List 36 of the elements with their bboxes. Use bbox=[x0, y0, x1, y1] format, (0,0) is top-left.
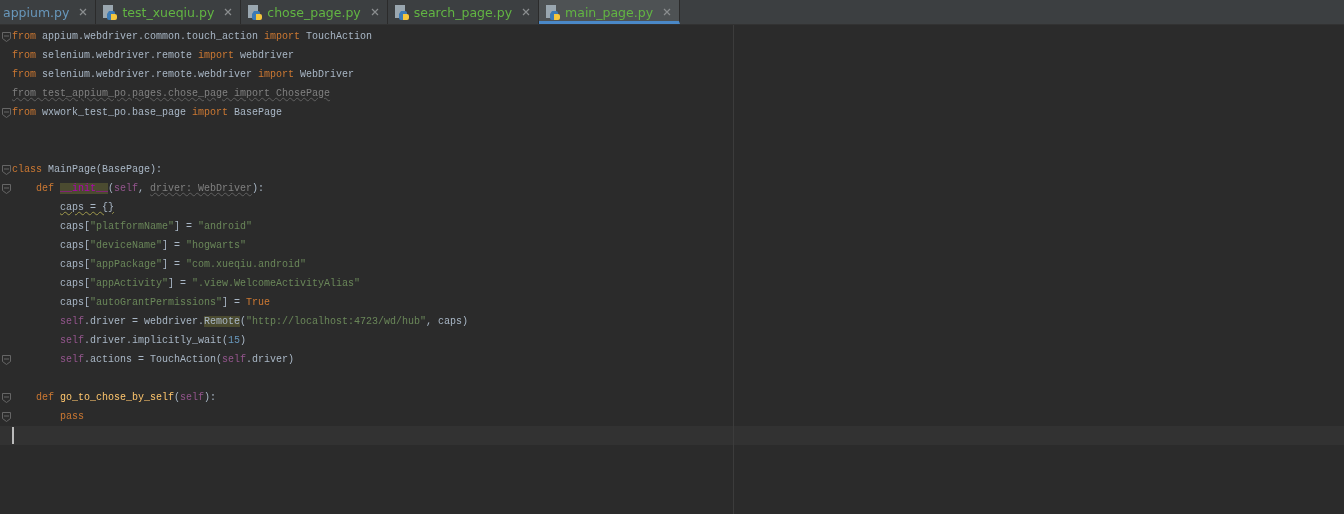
close-icon[interactable] bbox=[370, 8, 379, 16]
code-line: caps["autoGrantPermissions"] = True bbox=[60, 297, 271, 308]
fold-marker-icon[interactable] bbox=[1, 411, 11, 422]
code-line: def __init__(self, driver: WebDriver): bbox=[36, 183, 265, 194]
code-line: caps = {} bbox=[60, 202, 114, 213]
editor-tab[interactable]: test_xueqiu.py bbox=[96, 0, 242, 24]
code-line: caps["deviceName"] = "hogwarts" bbox=[60, 240, 247, 251]
code-line: pass bbox=[60, 411, 84, 422]
fold-marker-icon[interactable] bbox=[1, 164, 11, 175]
close-icon[interactable] bbox=[79, 8, 88, 16]
code-line: from selenium.webdriver.remote import webdriver bbox=[12, 50, 295, 61]
code-line: from appium.webdriver.common.touch_action import TouchAction bbox=[12, 31, 373, 42]
code-line: class MainPage(BasePage): bbox=[12, 164, 163, 175]
code-line: def go_to_chose_by_self(self): bbox=[36, 392, 217, 403]
fold-marker-icon[interactable] bbox=[1, 107, 11, 118]
code-line: from selenium.webdriver.remote.webdriver import WebDriver bbox=[12, 69, 355, 80]
code-line: caps["appActivity"] = ".view.WelcomeActivityAlias" bbox=[60, 278, 361, 289]
editor-tab[interactable]: chose_page.py bbox=[241, 0, 388, 24]
code-line: from wxwork_test_po.base_page import BasePage bbox=[12, 107, 283, 118]
fold-marker-icon[interactable] bbox=[1, 354, 11, 365]
editor-tab[interactable]: main_page.py bbox=[539, 0, 681, 24]
code-line: self.driver = webdriver.Remote("http://localhost:4723/wd/hub", caps) bbox=[60, 316, 469, 327]
code-line: self.driver.implicitly_wait(15) bbox=[60, 335, 247, 346]
code-line: self.actions = TouchAction(self.driver) bbox=[60, 354, 295, 365]
close-icon[interactable] bbox=[663, 8, 672, 16]
editor-tab[interactable]: search_page.py bbox=[387, 0, 540, 24]
fold-marker-icon[interactable] bbox=[1, 392, 11, 403]
code-line: caps["platformName"] = "android" bbox=[60, 221, 253, 232]
close-icon[interactable] bbox=[522, 8, 531, 16]
editor-tab[interactable]: appium.py bbox=[0, 0, 97, 24]
code-line: caps["appPackage"] = "com.xueqiu.android" bbox=[60, 259, 307, 270]
code-line: from test_appium_po.pages.chose_page import ChosePage bbox=[12, 88, 331, 99]
text-cursor bbox=[12, 427, 14, 444]
fold-marker-icon[interactable] bbox=[1, 31, 11, 42]
close-icon[interactable] bbox=[224, 8, 233, 16]
fold-marker-icon[interactable] bbox=[1, 183, 11, 194]
